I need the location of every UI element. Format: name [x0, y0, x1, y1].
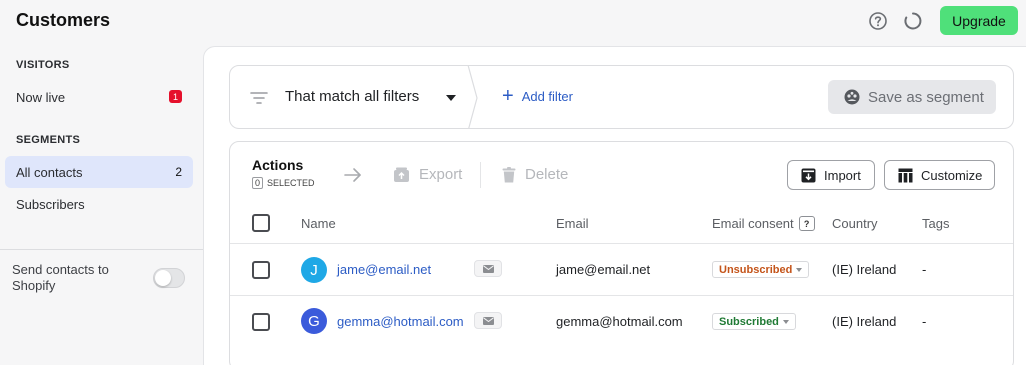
chevron-down-icon [796, 267, 803, 272]
tags-cell: - [922, 314, 927, 329]
trash-icon [502, 166, 516, 182]
consent-status-label: Unsubscribed [719, 263, 793, 276]
customize-label: Customize [921, 167, 983, 183]
row-checkbox[interactable] [252, 261, 270, 279]
live-count-badge: 1 [169, 90, 182, 103]
row-divider [230, 243, 1013, 244]
import-button[interactable]: Import [787, 160, 875, 190]
sidebar-item-all-contacts[interactable]: All contacts 2 [5, 156, 193, 188]
add-filter-label: Add filter [521, 88, 573, 104]
mail-icon[interactable] [474, 312, 502, 329]
visitors-heading: VISITORS [16, 59, 70, 71]
contact-name-link[interactable]: gemma@hotmail.com [337, 314, 464, 329]
contact-name-link[interactable]: jame@email.net [337, 262, 431, 277]
add-filter-button[interactable]: + Add filter [502, 85, 573, 107]
sidebar-item-subscribers[interactable]: Subscribers [5, 188, 193, 220]
upgrade-button[interactable]: Upgrade [940, 6, 1018, 35]
selected-count: 0 [252, 177, 264, 189]
filter-separator-chevron [467, 66, 478, 128]
select-all-checkbox[interactable] [252, 214, 270, 232]
delete-button[interactable]: Delete [502, 166, 568, 183]
avatar: G [301, 308, 327, 334]
column-header-label: Email [556, 216, 589, 231]
arrow-right-icon[interactable] [344, 167, 362, 183]
contacts-count: 2 [175, 165, 182, 179]
country-cell: (IE) Ireland [832, 262, 897, 277]
shopify-sync-label: Send contacts to Shopify [12, 262, 109, 293]
country-cell: (IE) Ireland [832, 314, 897, 329]
match-filter-select[interactable]: That match all filters [285, 88, 419, 105]
export-icon [394, 167, 409, 182]
import-label: Import [824, 167, 861, 183]
envelope-icon [482, 264, 494, 273]
email-cell: gemma@hotmail.com [556, 314, 683, 329]
sidebar-item-label: Subscribers [16, 196, 85, 212]
chevron-down-icon [782, 319, 789, 324]
top-bar: Customers Upgrade [0, 0, 1026, 46]
filter-icon [250, 92, 268, 104]
plus-icon: + [502, 85, 514, 107]
shopify-sync-toggle[interactable] [153, 268, 185, 288]
column-header-name[interactable]: Name [301, 216, 336, 231]
sidebar-item-label: All contacts [16, 164, 83, 180]
filter-bar: That match all filters + Add filter Save… [229, 65, 1014, 129]
column-header-label: Email consent [712, 216, 794, 231]
column-header-label: Tags [922, 216, 950, 231]
consent-status-dropdown[interactable]: Unsubscribed [712, 261, 810, 278]
row-checkbox[interactable] [252, 313, 270, 331]
action-separator [480, 162, 481, 188]
segments-heading: SEGMENTS [16, 134, 81, 146]
chevron-down-icon[interactable] [446, 95, 456, 101]
column-header-label: Name [301, 216, 336, 231]
consent-help-icon[interactable]: ? [798, 216, 815, 231]
sidebar: VISITORS Now live 1 SEGMENTS All contact… [0, 46, 203, 365]
help-circle-icon[interactable] [868, 11, 888, 31]
sidebar-divider [0, 249, 203, 250]
selected-label: SELECTED [267, 178, 315, 188]
selected-indicator: 0 SELECTED [252, 177, 315, 189]
avatar: J [301, 257, 327, 283]
actions-title: Actions [252, 157, 304, 173]
toggle-knob [155, 270, 171, 286]
column-header-email-consent[interactable]: Email consent ? [712, 216, 815, 231]
export-label: Export [419, 166, 463, 183]
column-header-label: Country [832, 216, 878, 231]
column-header-email[interactable]: Email [556, 216, 589, 231]
customize-button[interactable]: Customize [884, 160, 995, 190]
save-segment-label: Save as segment [868, 88, 984, 106]
segment-icon [844, 89, 860, 105]
row-divider [230, 295, 1013, 296]
mail-icon[interactable] [474, 260, 502, 277]
column-header-tags[interactable]: Tags [922, 216, 949, 231]
page-title: Customers [16, 10, 111, 30]
column-header-country[interactable]: Country [832, 216, 878, 231]
envelope-icon [482, 316, 494, 325]
tags-cell: - [922, 262, 927, 277]
columns-icon [898, 168, 913, 182]
import-icon [801, 168, 816, 182]
consent-status-label: Subscribed [719, 315, 779, 328]
sidebar-item-now-live[interactable]: Now live 1 [5, 81, 193, 113]
consent-status-dropdown[interactable]: Subscribed [712, 313, 796, 330]
loading-spinner-icon [904, 12, 922, 30]
contacts-table-card: Actions 0 SELECTED Export Delete Import [229, 141, 1014, 365]
email-cell: jame@email.net [556, 262, 651, 277]
delete-label: Delete [525, 166, 569, 183]
export-button[interactable]: Export [393, 166, 462, 183]
save-as-segment-button[interactable]: Save as segment [828, 80, 996, 114]
sidebar-item-label: Now live [16, 89, 66, 105]
